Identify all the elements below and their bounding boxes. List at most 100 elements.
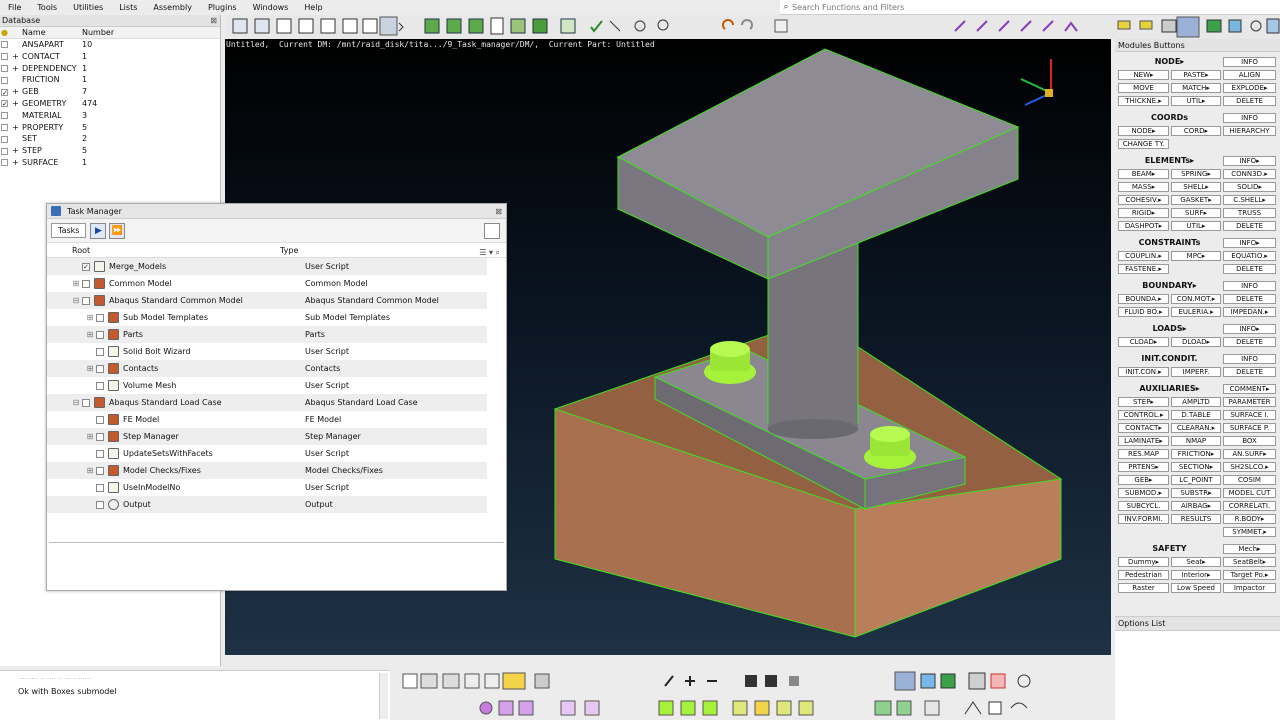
module-info-button[interactable]: COMMENT▸ bbox=[1223, 384, 1276, 394]
row-checkbox[interactable]: ✓ bbox=[0, 98, 9, 110]
module-button[interactable]: CHANGE TY. bbox=[1118, 139, 1169, 149]
expand-toggle[interactable]: + bbox=[9, 157, 22, 169]
module-section-title[interactable]: INIT.CONDIT. bbox=[1118, 354, 1221, 363]
module-button[interactable]: MODEL CUT bbox=[1223, 488, 1276, 498]
module-button[interactable]: SURF▸ bbox=[1171, 208, 1221, 218]
task-checkbox[interactable] bbox=[82, 296, 90, 305]
module-button[interactable]: SYMMET.▸ bbox=[1223, 527, 1276, 537]
expand-toggle[interactable]: + bbox=[9, 86, 22, 98]
module-button[interactable]: CONTROL.▸ bbox=[1118, 410, 1169, 420]
menu-utilities[interactable]: Utilities bbox=[65, 3, 111, 12]
expand-toggle[interactable]: + bbox=[9, 51, 22, 63]
task-checkbox[interactable]: ✓ bbox=[82, 262, 90, 271]
task-row[interactable]: FE Model FE Model bbox=[47, 411, 487, 428]
row-checkbox[interactable] bbox=[0, 133, 9, 145]
module-button[interactable]: PASTE▸ bbox=[1171, 70, 1221, 80]
task-checkbox[interactable] bbox=[96, 313, 104, 322]
module-button[interactable]: AIRBAG▸ bbox=[1171, 501, 1221, 511]
module-button[interactable]: C.SHELL▸ bbox=[1223, 195, 1276, 205]
module-button[interactable]: Interior▸ bbox=[1171, 570, 1221, 580]
task-checkbox[interactable] bbox=[96, 432, 104, 441]
run-all-icon[interactable]: ⏩ bbox=[109, 222, 126, 239]
task-row[interactable]: ⊞ Model Checks/Fixes Model Checks/Fixes bbox=[47, 462, 487, 479]
module-section-title[interactable]: ELEMENTs▸ bbox=[1118, 156, 1221, 165]
module-button[interactable]: HIERARCHY bbox=[1223, 126, 1276, 136]
module-button[interactable]: D.TABLE bbox=[1171, 410, 1221, 420]
expand-toggle[interactable] bbox=[9, 39, 22, 51]
module-button[interactable]: COHESIV.▸ bbox=[1118, 195, 1169, 205]
module-button[interactable]: CLEARAN.▸ bbox=[1171, 423, 1221, 433]
module-info-button[interactable]: Mech▸ bbox=[1223, 544, 1276, 554]
expand-toggle[interactable]: + bbox=[9, 98, 22, 110]
expand-toggle[interactable]: ⊞ bbox=[86, 428, 94, 445]
close-icon[interactable]: ⊠ bbox=[495, 207, 502, 216]
module-button[interactable]: DELETE bbox=[1223, 367, 1276, 377]
expand-toggle[interactable]: ⊟ bbox=[72, 394, 80, 411]
module-button[interactable]: Raster bbox=[1118, 583, 1169, 593]
module-section-title[interactable]: LOADS▸ bbox=[1118, 324, 1221, 333]
module-button[interactable]: PRTENS▸ bbox=[1118, 462, 1169, 472]
module-button[interactable]: CONN3D.▸ bbox=[1223, 169, 1276, 179]
module-info-button[interactable]: INFO bbox=[1223, 281, 1276, 291]
row-checkbox[interactable] bbox=[0, 145, 9, 157]
module-button[interactable]: EULERIA.▸ bbox=[1171, 307, 1221, 317]
expand-toggle[interactable] bbox=[9, 110, 22, 122]
expand-toggle[interactable]: ⊞ bbox=[72, 275, 80, 292]
module-section-title[interactable]: SAFETY bbox=[1118, 544, 1221, 553]
module-button[interactable]: Dummy▸ bbox=[1118, 557, 1169, 567]
module-info-button[interactable]: INFO bbox=[1223, 57, 1276, 67]
database-row[interactable]: FRICTION 1 bbox=[0, 74, 220, 86]
module-button[interactable]: SUBCYCL. bbox=[1118, 501, 1169, 511]
row-checkbox[interactable] bbox=[0, 51, 9, 63]
module-button[interactable]: Seat▸ bbox=[1171, 557, 1221, 567]
task-row[interactable]: ⊞ Step Manager Step Manager bbox=[47, 428, 487, 445]
expand-toggle[interactable]: ⊟ bbox=[72, 292, 80, 309]
search-box[interactable]: ⌕ Search Functions and Filters bbox=[780, 0, 1280, 15]
module-button[interactable]: SPRING▸ bbox=[1171, 169, 1221, 179]
task-checkbox[interactable] bbox=[96, 364, 104, 373]
module-button[interactable]: IMPEDAN.▸ bbox=[1223, 307, 1276, 317]
module-button[interactable]: COUPLIN.▸ bbox=[1118, 251, 1169, 261]
module-button[interactable]: LC_POINT bbox=[1171, 475, 1221, 485]
module-button[interactable]: RES.MAP bbox=[1118, 449, 1169, 459]
menu-tools[interactable]: Tools bbox=[29, 3, 65, 12]
module-button[interactable]: PARAMETER bbox=[1223, 397, 1276, 407]
bottom-toolbar-icons[interactable] bbox=[395, 668, 1115, 720]
module-button[interactable]: SHELL▸ bbox=[1171, 182, 1221, 192]
module-button[interactable]: UTIL▸ bbox=[1171, 96, 1221, 106]
module-button[interactable]: COSIM bbox=[1223, 475, 1276, 485]
row-checkbox[interactable] bbox=[0, 39, 9, 51]
module-button[interactable]: IMPERF. bbox=[1171, 367, 1221, 377]
database-row[interactable]: SET 2 bbox=[0, 133, 220, 145]
task-row[interactable]: UseInModelNo User Script bbox=[47, 479, 487, 496]
row-checkbox[interactable]: ✓ bbox=[0, 86, 9, 98]
tool-icons[interactable] bbox=[954, 16, 1280, 38]
menu-lists[interactable]: Lists bbox=[111, 3, 145, 12]
module-button[interactable]: UTIL▸ bbox=[1171, 221, 1221, 231]
module-info-button[interactable]: INFO▸ bbox=[1223, 156, 1276, 166]
task-row[interactable]: Solid Bolt Wizard User Script bbox=[47, 343, 487, 360]
menu-windows[interactable]: Windows bbox=[245, 3, 297, 12]
task-row[interactable]: ⊞ Contacts Contacts bbox=[47, 360, 487, 377]
module-button[interactable]: BOX bbox=[1223, 436, 1276, 446]
module-section-title[interactable]: NODE▸ bbox=[1118, 57, 1221, 66]
task-checkbox[interactable] bbox=[96, 449, 104, 458]
module-button[interactable]: FRICTION▸ bbox=[1171, 449, 1221, 459]
task-checkbox[interactable] bbox=[96, 483, 104, 492]
module-button[interactable]: Target Po.▸ bbox=[1223, 570, 1276, 580]
module-button[interactable]: SUBMOD.▸ bbox=[1118, 488, 1169, 498]
module-button[interactable]: DELETE bbox=[1223, 264, 1276, 274]
module-button[interactable]: LAMINATE▸ bbox=[1118, 436, 1169, 446]
task-row[interactable]: ⊟ Abaqus Standard Load Case Abaqus Standar… bbox=[47, 394, 487, 411]
task-checkbox[interactable] bbox=[96, 330, 104, 339]
task-row[interactable]: ⊟ Abaqus Standard Common Model Abaqus Stan… bbox=[47, 292, 487, 309]
module-button[interactable]: FASTENE.▸ bbox=[1118, 264, 1169, 274]
module-button[interactable]: Low Speed bbox=[1171, 583, 1221, 593]
module-button[interactable]: Impactor bbox=[1223, 583, 1276, 593]
module-info-button[interactable]: INFO bbox=[1223, 354, 1276, 364]
module-section-title[interactable]: COORDs bbox=[1118, 113, 1221, 122]
undo-redo-icons[interactable] bbox=[722, 19, 788, 33]
module-info-button[interactable]: INFO▸ bbox=[1223, 324, 1276, 334]
module-button[interactable]: CON.MOT.▸ bbox=[1171, 294, 1221, 304]
database-row[interactable]: + DEPENDENCY 1 bbox=[0, 63, 220, 75]
